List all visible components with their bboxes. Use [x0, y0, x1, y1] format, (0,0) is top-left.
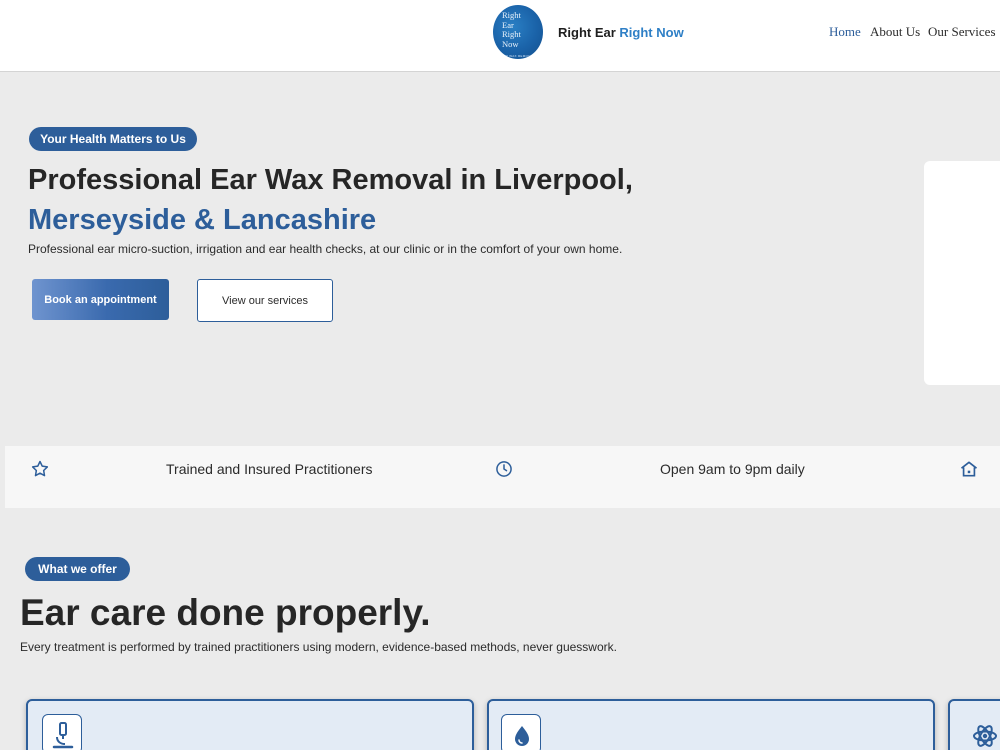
service-card[interactable] [26, 699, 474, 750]
offer-badge: What we offer [25, 557, 130, 581]
service-icon-box [501, 714, 541, 750]
brand-name[interactable]: Right Ear Right Now [558, 25, 684, 40]
hero-title-line2: Merseyside & Lancashire [28, 204, 377, 236]
nav-about-us[interactable]: About Us [870, 24, 920, 40]
view-services-button[interactable]: View our services [197, 279, 333, 322]
service-icon-box [42, 714, 82, 750]
logo[interactable]: Right Ear Right Now EAR WAX REMOVAL [493, 5, 543, 59]
service-card[interactable] [487, 699, 935, 750]
book-appointment-button[interactable]: Book an appointment [32, 279, 169, 320]
feature-text: Open 9am to 9pm daily [660, 461, 805, 477]
star-icon [31, 460, 49, 477]
hero-title-line1: Professional Ear Wax Removal in Liverpoo… [28, 164, 633, 196]
hero-subtitle: Professional ear micro-suction, irrigati… [28, 242, 623, 256]
offer-title: Ear care done properly. [20, 592, 431, 633]
home-icon [960, 461, 978, 477]
atom-icon [973, 725, 997, 747]
nav-home[interactable]: Home [829, 24, 861, 40]
hero-badge: Your Health Matters to Us [29, 127, 197, 151]
service-card[interactable] [948, 699, 1000, 750]
nav-our-services[interactable]: Our Services [928, 24, 996, 40]
water-drop-icon [515, 726, 529, 746]
logo-subtext: EAR WAX REMOVAL [501, 54, 535, 58]
brand-accent: Right Now [619, 25, 684, 40]
site-header: Right Ear Right Now EAR WAX REMOVAL Righ… [0, 0, 1000, 72]
clock-icon [496, 461, 512, 477]
service-icon-box [964, 714, 1000, 750]
microscope-icon [52, 722, 74, 749]
offer-subtitle: Every treatment is performed by trained … [20, 640, 617, 654]
brand-main: Right Ear [558, 25, 616, 40]
hero-booking-card [924, 161, 1000, 385]
logo-line: Now [502, 38, 519, 49]
feature-text: Trained and Insured Practitioners [166, 461, 373, 477]
hero-title: Professional Ear Wax Removal in Liverpoo… [28, 160, 633, 240]
